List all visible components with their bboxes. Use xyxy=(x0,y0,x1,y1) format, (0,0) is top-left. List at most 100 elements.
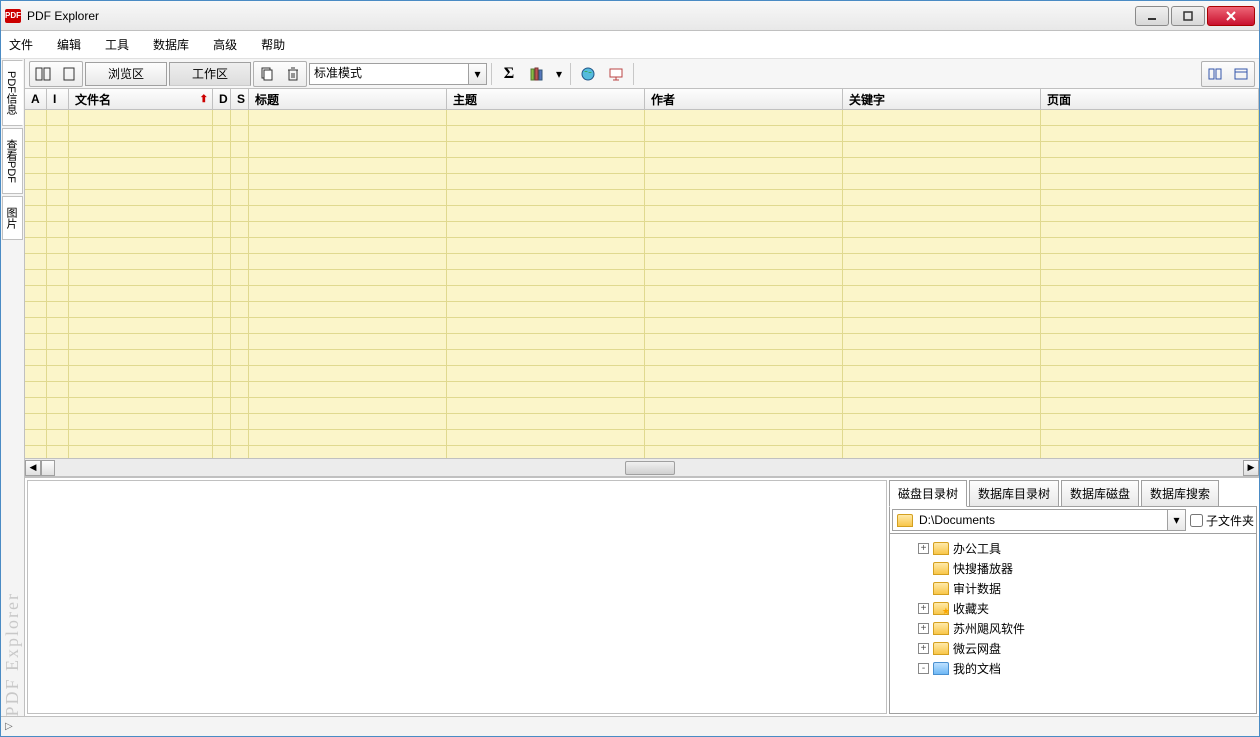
path-value: D:\Documents xyxy=(919,513,995,527)
bottom-split: 磁盘目录树 数据库目录树 数据库磁盘 数据库搜索 D:\Documents ▾ xyxy=(25,477,1259,716)
tree-tab-disk[interactable]: 磁盘目录树 xyxy=(889,480,967,507)
close-button[interactable] xyxy=(1207,6,1255,26)
table-row[interactable] xyxy=(25,158,1259,174)
table-row[interactable] xyxy=(25,334,1259,350)
menu-database[interactable]: 数据库 xyxy=(153,36,189,53)
path-select[interactable]: D:\Documents xyxy=(892,509,1168,531)
column-header-author[interactable]: 作者 xyxy=(645,89,843,109)
maximize-button[interactable] xyxy=(1171,6,1205,26)
side-tab-pdf-info[interactable]: PDF信息 xyxy=(2,60,23,126)
tree-item[interactable]: +苏州飓风软件 xyxy=(890,618,1256,638)
minimize-button[interactable] xyxy=(1135,6,1169,26)
table-row[interactable] xyxy=(25,446,1259,458)
tree-item[interactable]: +收藏夹 xyxy=(890,598,1256,618)
table-row[interactable] xyxy=(25,126,1259,142)
column-header-subject[interactable]: 主题 xyxy=(447,89,645,109)
collapse-icon[interactable]: - xyxy=(918,663,929,674)
horizontal-scrollbar[interactable]: ◀ ▶ xyxy=(25,458,1259,476)
table-row[interactable] xyxy=(25,222,1259,238)
grid-body[interactable] xyxy=(25,110,1259,458)
table-row[interactable] xyxy=(25,142,1259,158)
tree-item[interactable]: -我的文档 xyxy=(890,658,1256,678)
expand-icon[interactable]: + xyxy=(918,603,929,614)
column-header-d[interactable]: D xyxy=(213,89,231,109)
expand-icon[interactable]: + xyxy=(918,643,929,654)
table-row[interactable] xyxy=(25,414,1259,430)
table-row[interactable] xyxy=(25,238,1259,254)
layout-single-icon[interactable] xyxy=(56,62,82,86)
copy-icon[interactable] xyxy=(254,62,280,86)
delete-icon[interactable] xyxy=(280,62,306,86)
column-header-filename[interactable]: 文件名⬆ xyxy=(69,89,213,109)
menu-edit[interactable]: 编辑 xyxy=(57,36,81,53)
scroll-track[interactable] xyxy=(55,460,1243,476)
menu-tools[interactable]: 工具 xyxy=(105,36,129,53)
table-row[interactable] xyxy=(25,318,1259,334)
table-row[interactable] xyxy=(25,254,1259,270)
tree-item[interactable]: + 微云网盘 xyxy=(890,638,1256,658)
subfolder-checkbox[interactable]: 子文件夹 xyxy=(1190,512,1254,529)
scroll-thumb[interactable] xyxy=(625,461,675,475)
tree-item-label: 审计数据 xyxy=(953,580,1001,597)
title-bar: PDF PDF Explorer xyxy=(1,1,1259,31)
side-tab-view-pdf[interactable]: 查看PDF xyxy=(2,128,23,194)
browse-area-tab[interactable]: 浏览区 xyxy=(85,62,167,86)
mode-select[interactable]: 标准模式 ▾ xyxy=(309,63,487,85)
side-tab-image[interactable]: 图片 xyxy=(2,196,23,240)
column-header-s[interactable]: S xyxy=(231,89,249,109)
books-icon[interactable] xyxy=(524,62,550,86)
menu-file[interactable]: 文件 xyxy=(9,36,33,53)
expand-icon[interactable]: + xyxy=(918,623,929,634)
menu-help[interactable]: 帮助 xyxy=(261,36,285,53)
toolbar: 浏览区 工作区 标准模式 ▾ Σ ▾ xyxy=(25,59,1259,89)
table-row[interactable] xyxy=(25,286,1259,302)
folder-icon xyxy=(933,542,949,555)
scroll-left-icon[interactable]: ◀ xyxy=(25,460,41,476)
menu-advanced[interactable]: 高级 xyxy=(213,36,237,53)
presentation-icon[interactable] xyxy=(603,62,629,86)
table-row[interactable] xyxy=(25,350,1259,366)
sort-indicator-icon: ⬆ xyxy=(200,94,208,105)
table-row[interactable] xyxy=(25,206,1259,222)
view-detail-icon[interactable] xyxy=(1228,62,1254,86)
sum-icon[interactable]: Σ xyxy=(496,62,522,86)
tree-item-label: 微云网盘 xyxy=(953,640,1001,657)
folder-icon xyxy=(933,662,949,675)
status-bar: ▷ xyxy=(1,716,1259,736)
column-header-keywords[interactable]: 关键字 xyxy=(843,89,1041,109)
table-row[interactable] xyxy=(25,398,1259,414)
tree-tab-db-search[interactable]: 数据库搜索 xyxy=(1141,480,1219,507)
column-header-i[interactable]: I xyxy=(47,89,69,109)
tree-item[interactable]: 审计数据 xyxy=(890,578,1256,598)
scroll-right-icon[interactable]: ▶ xyxy=(1243,460,1259,476)
status-play-icon[interactable]: ▷ xyxy=(5,721,13,732)
tree-item[interactable]: +办公工具 xyxy=(890,538,1256,558)
view-list-icon[interactable] xyxy=(1202,62,1228,86)
column-header-title[interactable]: 标题 xyxy=(249,89,447,109)
table-row[interactable] xyxy=(25,366,1259,382)
table-row[interactable] xyxy=(25,302,1259,318)
expand-icon[interactable]: + xyxy=(918,543,929,554)
table-row[interactable] xyxy=(25,430,1259,446)
tree-item[interactable]: 快搜播放器 xyxy=(890,558,1256,578)
column-header-a[interactable]: A xyxy=(25,89,47,109)
app-icon: PDF xyxy=(5,9,21,23)
tree-tab-db-disk[interactable]: 数据库磁盘 xyxy=(1061,480,1139,507)
table-row[interactable] xyxy=(25,382,1259,398)
subfolder-checkbox-input[interactable] xyxy=(1190,514,1203,527)
globe-icon[interactable] xyxy=(575,62,601,86)
books-dropdown-icon[interactable]: ▾ xyxy=(552,62,566,86)
folder-tree[interactable]: +办公工具快搜播放器审计数据+收藏夹+苏州飓风软件+微云网盘-我的文档 xyxy=(889,534,1257,714)
layout-columns-icon[interactable] xyxy=(30,62,56,86)
table-row[interactable] xyxy=(25,110,1259,126)
scroll-thumb-small[interactable] xyxy=(41,460,55,476)
work-area-tab[interactable]: 工作区 xyxy=(169,62,251,86)
column-header-pages[interactable]: 页面 xyxy=(1041,89,1259,109)
dropdown-arrow-icon[interactable]: ▾ xyxy=(469,63,487,85)
table-row[interactable] xyxy=(25,174,1259,190)
table-row[interactable] xyxy=(25,270,1259,286)
window-title: PDF Explorer xyxy=(27,9,1133,23)
table-row[interactable] xyxy=(25,190,1259,206)
tree-tab-db-tree[interactable]: 数据库目录树 xyxy=(969,480,1059,507)
path-dropdown-icon[interactable]: ▾ xyxy=(1168,509,1186,531)
